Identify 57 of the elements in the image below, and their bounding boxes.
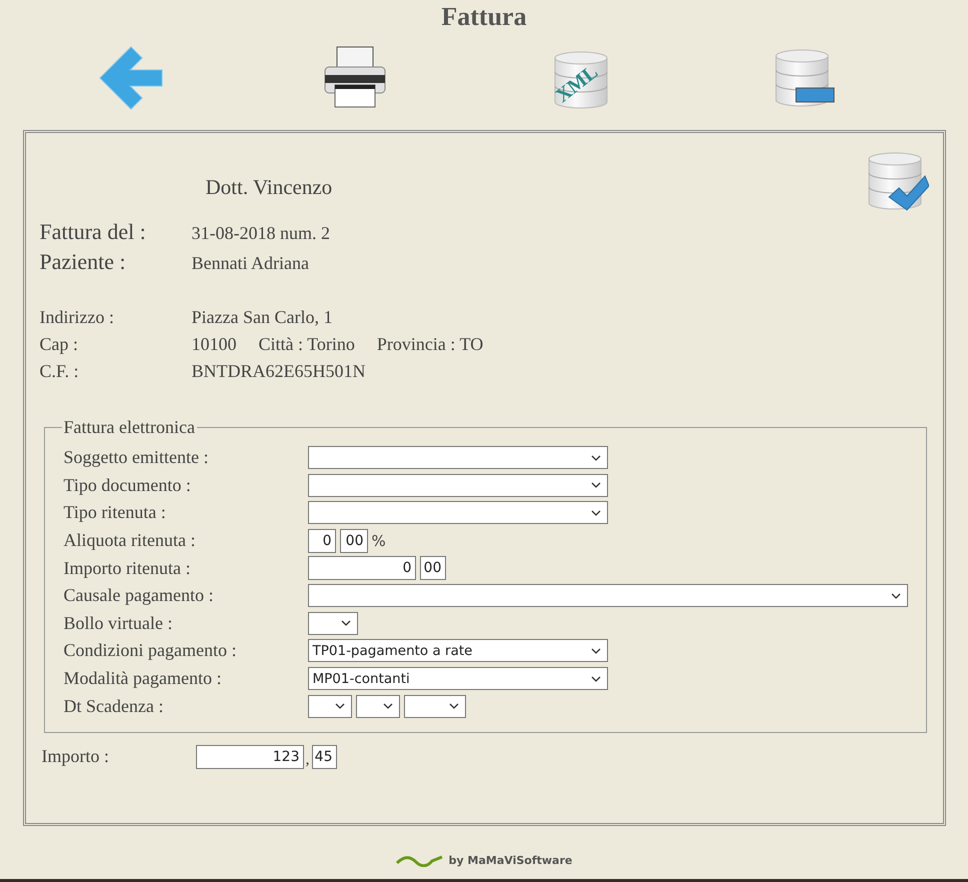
field-label: Condizioni pagamento : [64,640,236,662]
field-label: Bollo virtuale : [64,612,172,634]
decimal-separator: , [306,750,310,769]
input-field[interactable]: 0 [308,556,416,580]
field-label: Fattura del : [40,219,146,245]
chevron-down-icon [340,620,350,626]
field-label: C.F. : [40,360,79,383]
input-field[interactable]: 00 [340,528,368,553]
chevron-down-icon [590,676,600,682]
chevron-down-icon [590,482,600,488]
dropdown[interactable] [308,474,608,497]
field-label: Tipo documento : [64,474,191,496]
dropdown[interactable]: MP01-contanti [308,667,608,690]
chevron-down-icon [448,703,458,710]
field-value: 31-08-2018 num. 2 [192,223,330,244]
dropdown[interactable] [356,694,400,718]
dropdown[interactable]: TP01-pagamento a rate [308,639,608,662]
dropdown[interactable] [308,612,358,635]
chevron-down-icon [890,592,900,599]
field-label: Aliquota ritenuta : [64,530,196,552]
field-label: Importo : [42,746,110,768]
input-field[interactable]: 45 [312,744,336,769]
field-label: Importo ritenuta : [64,558,190,579]
footer-credit: by MaMaViSoftware [448,854,572,867]
chevron-down-icon [590,510,600,516]
field-label: Paziente : [40,249,126,275]
dropdown[interactable] [308,501,608,524]
field-value: Città : Torino [258,333,355,356]
field-label: Soggetto emittente : [64,447,208,468]
chevron-down-icon [382,703,392,710]
dropdown[interactable] [308,584,908,608]
doctor-name: Dott. Vincenzo [206,175,334,199]
chevron-down-icon [334,703,344,710]
input-field[interactable]: 0 [308,528,336,553]
field-label: Causale pagamento : [64,585,214,606]
field-label: Dt Scadenza : [64,696,164,717]
chevron-down-icon [590,454,600,461]
input-field[interactable]: 123 [196,744,304,769]
dropdown[interactable] [308,694,352,718]
field-value: Piazza San Carlo, 1 [192,306,332,329]
field-value: Bennati Adriana [192,253,309,274]
chevron-down-icon [590,648,600,654]
field-value: 10100 [192,333,236,356]
dropdown[interactable] [308,446,608,470]
field-value: BNTDRA62E65H501N [192,360,366,383]
fieldset-legend: Fattura elettronica [62,417,197,438]
input-field[interactable]: 00 [420,556,446,580]
dropdown[interactable] [404,694,466,718]
page-title: Fattura [441,2,527,32]
field-label: Indirizzo : [40,306,114,329]
wave-logo-icon [396,854,444,866]
field-value: Provincia : TO [376,333,484,356]
percent-sign: % [372,532,386,550]
field-label: Cap : [40,333,78,356]
field-label: Modalità pagamento : [64,668,222,690]
field-label: Tipo ritenuta : [64,502,166,524]
arrow-left-icon [98,45,164,111]
